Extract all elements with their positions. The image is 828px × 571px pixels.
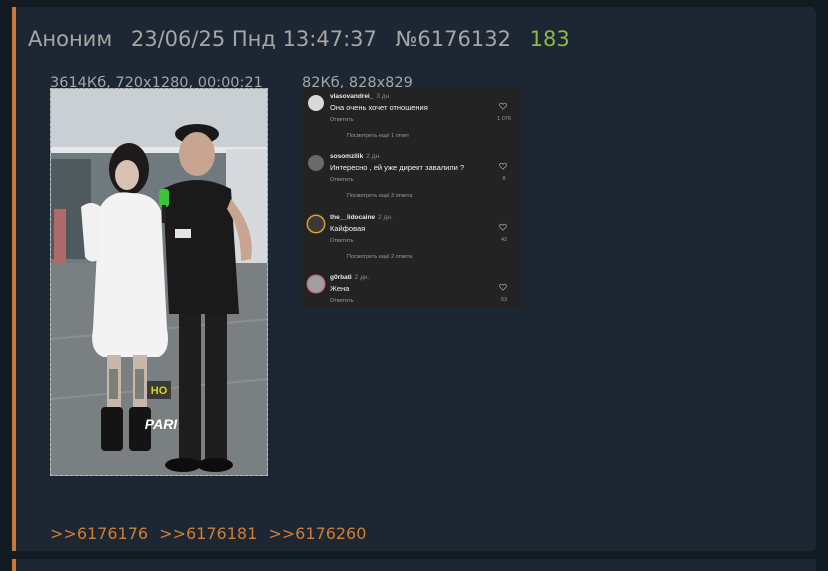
comment-item: the__lidocaine 2 дн. Кайфовая Ответить По… [302,212,522,272]
reply-link[interactable]: >>6176176 [50,524,148,543]
post-date: 23/06/25 Пнд 13:47:37 [130,27,377,51]
heart-icon [499,223,507,231]
comment-like-count: 8 [502,176,506,182]
comment-like-count: 42 [500,237,508,243]
comment-reply-link: Ответить [330,117,354,123]
post-number[interactable]: №6176132 [396,27,511,51]
reply-links: >>6176176 >>6176181 >>6176260 [50,524,372,543]
comment-like-count: 53 [500,297,508,303]
comment-item: g0rbati 2 дн. Жена Ответить 53 [302,272,522,308]
comment-username: vlasovandrei_ 3 дн. [330,93,391,100]
comment-username: the__lidocaine 2 дн. [330,214,393,221]
comment-item: vlasovandrei_ 3 дн. Она очень хочет отнош… [302,91,522,151]
post-container: Аноним 23/06/25 Пнд 13:47:37 №6176132 18… [12,7,816,551]
next-post-edge [12,559,816,571]
comment-avatar [308,95,324,111]
reply-link[interactable]: >>6176260 [268,524,366,543]
comment-more-replies: Посмотреть ещё 1 ответ [347,133,410,139]
heart-icon [499,162,507,170]
post-author: Аноним [28,27,113,51]
comment-avatar [308,216,324,232]
video-badge: HO [151,385,168,397]
comment-reply-link: Ответить [330,298,354,304]
comment-reply-link: Ответить [330,177,354,183]
comment-avatar [308,276,324,292]
heart-icon [499,102,507,110]
comment-avatar [308,155,324,171]
comment-like-count: 1 076 [497,116,511,122]
comment-time: 2 дн. [354,274,370,281]
reply-link[interactable]: >>6176181 [159,524,257,543]
comment-more-replies: Посмотреть ещё 3 ответа [347,193,413,199]
comment-reply-link: Ответить [330,238,354,244]
comment-text: Она очень хочет отношения [330,103,428,112]
comment-time: 2 дн. [378,214,393,221]
comment-text: Интересно , ей уже директ завалили ? [330,163,465,172]
image-thumbnail[interactable]: vlasovandrei_ 3 дн. Она очень хочет отнош… [302,88,522,308]
video-watermark: PARI [145,416,179,432]
comment-username: sosomzilik 2 дн. [330,153,381,160]
comment-time: 3 дн. [376,93,391,100]
comment-time: 2 дн. [366,153,381,160]
video-thumbnail[interactable]: HO PARI [50,88,268,476]
comment-more-replies: Посмотреть ещё 2 ответа [347,254,413,260]
comment-text: Кайфовая [330,224,366,233]
video-frame-image: HO PARI [51,89,267,475]
post-reply-count: 183 [529,27,570,51]
post-header: Аноним 23/06/25 Пнд 13:47:37 №6176132 18… [28,27,582,51]
comment-username: g0rbati 2 дн. [330,274,370,281]
heart-icon [499,283,507,291]
comment-text: Жена [330,284,350,293]
comment-item: sosomzilik 2 дн. Интересно , ей уже дирек… [302,151,522,211]
